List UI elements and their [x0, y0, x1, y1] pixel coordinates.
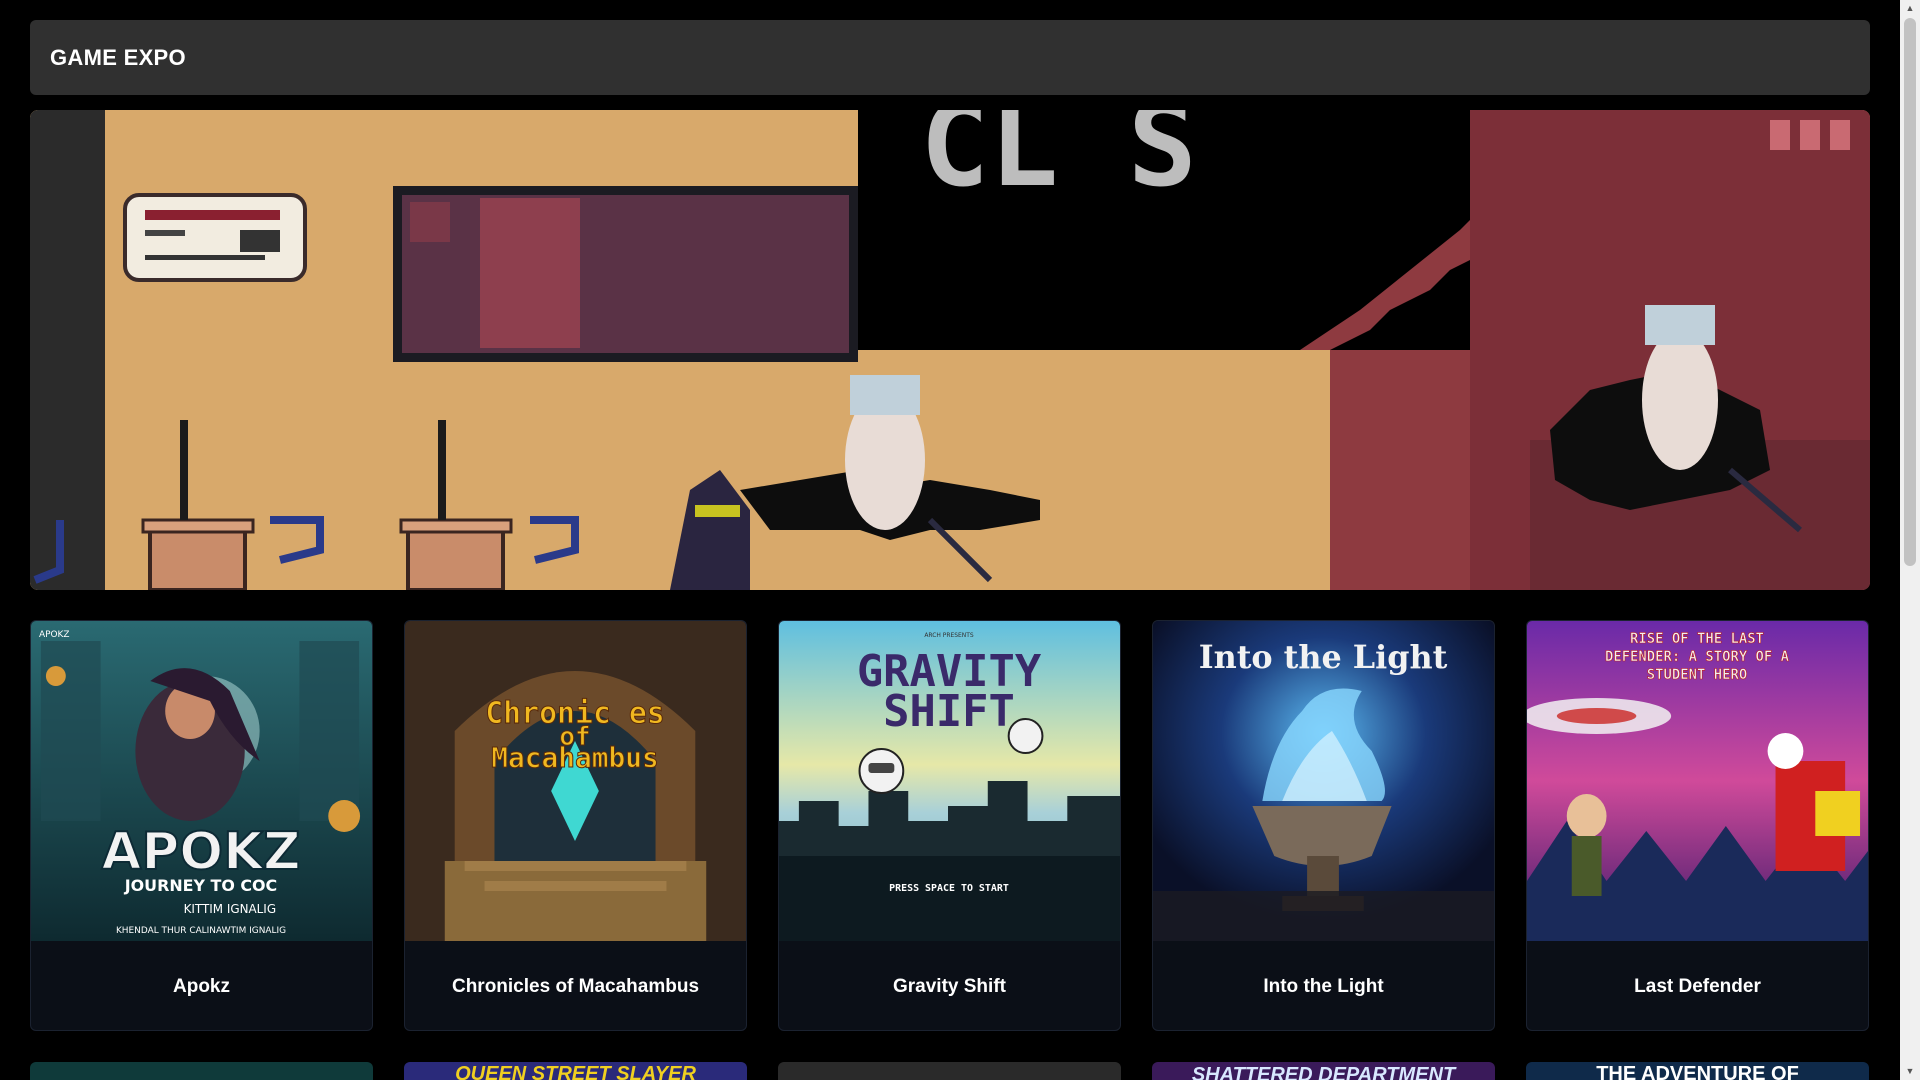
game-grid: APOKZ JOURNEY TO COC KITTIM IGNALIG KHEN…	[30, 620, 1872, 1031]
game-title[interactable]: Gravity Shift	[779, 941, 1120, 1030]
game-cover-gravity-shift[interactable]: ARCH PRESENTS GRAVITY SHIFT PRESS SPACE …	[779, 621, 1120, 941]
svg-text:Macahambus: Macahambus	[491, 741, 659, 774]
svg-text:KITTIM IGNALIG: KITTIM IGNALIG	[184, 902, 276, 916]
hero-banner[interactable]: CL S	[30, 110, 1870, 590]
game-cover-chronicles[interactable]: Chronic es of Macahambus	[405, 621, 746, 941]
scroll-down-arrow-icon[interactable]: ▼	[1900, 1063, 1920, 1080]
game-card-into-the-light[interactable]: Into the Light Into the Light	[1152, 620, 1495, 1031]
svg-text:RISE OF THE LAST: RISE OF THE LAST	[1630, 631, 1764, 647]
game-card-partial[interactable]: QUEEN STREET SLAYER	[404, 1062, 747, 1080]
game-card-partial[interactable]	[30, 1062, 373, 1080]
svg-text:SHIFT: SHIFT	[883, 686, 1015, 737]
game-card-chronicles-of-macahambus[interactable]: Chronic es of Macahambus Chronicles of M…	[404, 620, 747, 1031]
cover-art: Into the Light	[1153, 621, 1494, 941]
top-bar: GAME EXPO	[30, 20, 1870, 95]
svg-text:APOKZ: APOKZ	[101, 822, 300, 882]
svg-text:APOKZ: APOKZ	[39, 630, 70, 640]
game-card-partial[interactable]: THE ADVENTURE OF	[1526, 1062, 1869, 1080]
cover-art: Chronic es of Macahambus	[405, 621, 746, 941]
game-cover-apokz[interactable]: APOKZ JOURNEY TO COC KITTIM IGNALIG KHEN…	[31, 621, 372, 941]
hero-scene: CL S	[30, 110, 1870, 590]
game-title[interactable]: Chronicles of Macahambus	[405, 941, 746, 1030]
page-scrollbar[interactable]: ▲ ▼	[1900, 0, 1920, 1080]
svg-text:ARCH PRESENTS: ARCH PRESENTS	[924, 632, 974, 639]
svg-text:Into the Light: Into the Light	[1199, 638, 1448, 676]
game-title[interactable]: Apokz	[31, 941, 372, 1030]
scroll-thumb[interactable]	[1904, 18, 1916, 566]
cover-art: ARCH PRESENTS GRAVITY SHIFT PRESS SPACE …	[779, 621, 1120, 941]
svg-text:DEFENDER: A STORY OF A: DEFENDER: A STORY OF A	[1605, 649, 1790, 665]
svg-text:STUDENT HERO: STUDENT HERO	[1647, 667, 1747, 683]
svg-text:JOURNEY TO COC: JOURNEY TO COC	[124, 876, 277, 895]
game-card-apokz[interactable]: APOKZ JOURNEY TO COC KITTIM IGNALIG KHEN…	[30, 620, 373, 1031]
game-card-last-defender[interactable]: RISE OF THE LAST DEFENDER: A STORY OF A …	[1526, 620, 1869, 1031]
game-cover-last-defender[interactable]: RISE OF THE LAST DEFENDER: A STORY OF A …	[1527, 621, 1868, 941]
game-grid-row-2: QUEEN STREET SLAYER SHATTERED DEPARTMENT…	[30, 1062, 1872, 1080]
cover-art: APOKZ JOURNEY TO COC KITTIM IGNALIG KHEN…	[31, 621, 372, 941]
svg-text:PRESS SPACE TO START: PRESS SPACE TO START	[889, 883, 1009, 894]
game-cover-into-the-light[interactable]: Into the Light	[1153, 621, 1494, 941]
scroll-up-arrow-icon[interactable]: ▲	[1900, 0, 1920, 17]
game-title[interactable]: Last Defender	[1527, 941, 1868, 1030]
game-title[interactable]: Into the Light	[1153, 941, 1494, 1030]
cover-art: RISE OF THE LAST DEFENDER: A STORY OF A …	[1527, 621, 1868, 941]
game-card-partial[interactable]: SHATTERED DEPARTMENT	[1152, 1062, 1495, 1080]
page: GAME EXPO CL S APOKZ JOURNEY TO COC KITT…	[0, 0, 1900, 1080]
site-title[interactable]: GAME EXPO	[50, 45, 186, 71]
svg-text:KHENDAL THUR CALINAWTIM IGNALI: KHENDAL THUR CALINAWTIM IGNALIG	[116, 926, 286, 936]
game-card-gravity-shift[interactable]: ARCH PRESENTS GRAVITY SHIFT PRESS SPACE …	[778, 620, 1121, 1031]
hero-logo-text: CL S	[920, 110, 1197, 213]
game-card-partial[interactable]	[778, 1062, 1121, 1080]
